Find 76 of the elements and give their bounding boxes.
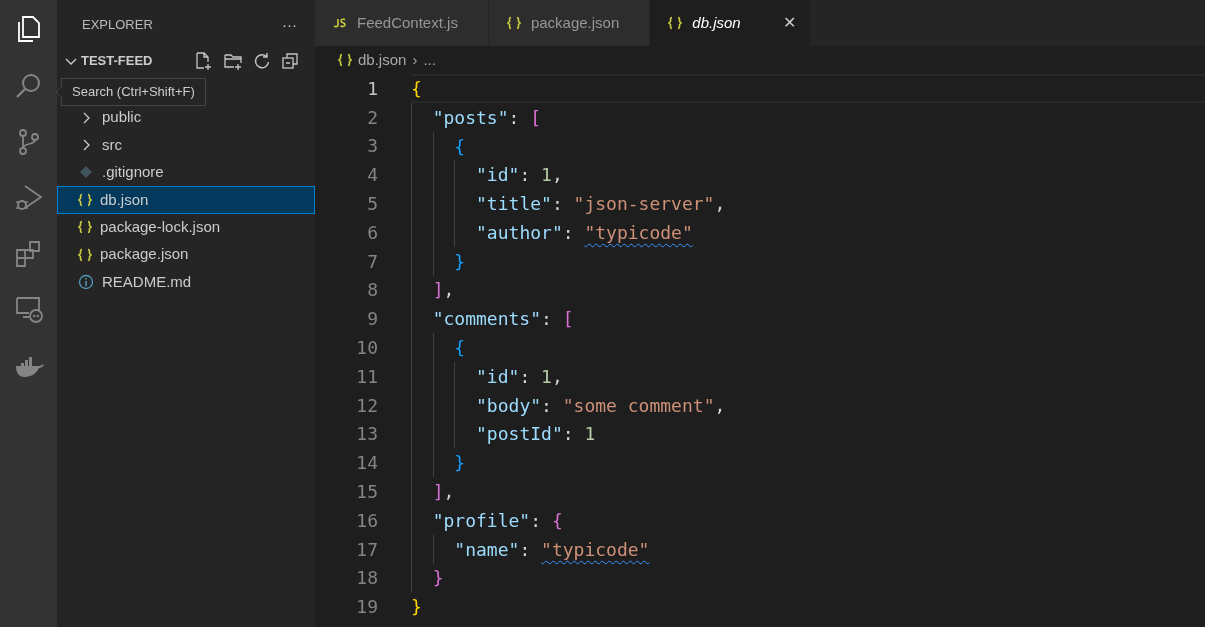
curly-braces-icon [78, 192, 92, 207]
file-name[interactable]: db.json [100, 188, 149, 212]
code-line: { [411, 76, 422, 101]
code-line: } [411, 595, 422, 620]
line-number: 1 [366, 76, 378, 101]
code-line: "id": 1, [476, 364, 563, 389]
sidebar-title: EXPLORER [82, 16, 153, 35]
file-name[interactable]: .gitignore [102, 161, 164, 184]
tree-row[interactable]: package-lock.json [57, 213, 315, 241]
js-file-icon [333, 18, 347, 28]
line-number: 3 [366, 134, 378, 159]
code-line: "postId": 1 [476, 422, 596, 447]
tree-row[interactable]: public [57, 104, 315, 132]
close-tab-button[interactable]: ✕ [778, 11, 800, 35]
tree-row[interactable]: README.md [57, 268, 315, 296]
line-number: 13 [355, 422, 378, 447]
line-number: 4 [366, 163, 378, 188]
code-line: "profile": { [432, 508, 563, 533]
line-number: 9 [366, 307, 378, 332]
file-name[interactable]: package-lock.json [100, 216, 221, 239]
file-name[interactable]: package.json [100, 243, 189, 266]
line-number: 11 [355, 364, 378, 389]
curly-braces-icon [668, 16, 683, 30]
code-line: } [454, 451, 466, 476]
code-line: "name": "typicode" [454, 537, 650, 562]
breadcrumb-item[interactable]: ... [423, 48, 436, 72]
code-line: "posts": [ [432, 105, 542, 130]
editor-tab[interactable]: FeedContext.js [315, 0, 489, 46]
new-file-icon[interactable] [193, 51, 213, 71]
editor-tab[interactable]: package.json [488, 0, 651, 46]
refresh-icon[interactable] [253, 52, 271, 70]
curly-braces-icon [506, 16, 521, 30]
info-icon [78, 274, 94, 291]
diamond-icon [78, 164, 94, 181]
tree-row[interactable]: package.json [57, 240, 315, 269]
folder-title[interactable]: TEST-FEED [81, 51, 153, 71]
line-number: 14 [355, 451, 378, 476]
curly-braces-icon [78, 247, 92, 262]
code-line: } [432, 566, 444, 591]
more-actions-button[interactable]: ··· [282, 13, 297, 37]
code-line: "comments": [ [432, 307, 574, 332]
tree-row[interactable]: src [57, 131, 315, 159]
tree-row[interactable]: db.json [57, 186, 315, 214]
code-line: { [454, 336, 466, 361]
line-number: 10 [355, 336, 378, 361]
line-number: 7 [366, 249, 378, 274]
line-number: 5 [366, 192, 378, 217]
editor-tab[interactable]: db.json ✕ [650, 0, 810, 46]
file-name[interactable]: src [102, 133, 122, 157]
code-line: } [454, 249, 466, 274]
tooltip: Search (Ctrl+Shift+F) [61, 78, 206, 106]
file-name[interactable]: public [102, 106, 142, 129]
code-line: ], [432, 480, 455, 505]
line-number: 15 [355, 480, 378, 505]
code-line: "body": "some comment", [476, 393, 726, 418]
code-line: "author": "typicode" [476, 220, 693, 245]
breadcrumb-separator: › [412, 49, 418, 70]
line-number: 2 [366, 105, 378, 130]
line-number: 18 [355, 566, 378, 591]
code-line: "title": "json-server", [476, 192, 726, 217]
code-line: "id": 1, [476, 163, 563, 188]
line-number: 16 [355, 508, 378, 533]
line-number: 19 [355, 595, 378, 620]
line-number: 17 [355, 537, 378, 562]
line-number: 6 [366, 220, 378, 245]
line-number: 12 [355, 393, 378, 418]
breadcrumb-item[interactable]: db.json [358, 48, 407, 72]
curly-braces-icon [338, 53, 352, 67]
code-line: ], [432, 278, 455, 303]
line-number: 8 [366, 278, 378, 303]
file-name[interactable]: README.md [102, 270, 192, 294]
code-line: { [454, 134, 466, 159]
tree-row[interactable]: .gitignore [57, 158, 315, 187]
curly-braces-icon [78, 220, 92, 235]
collapse-all-icon[interactable] [281, 52, 299, 70]
new-folder-icon[interactable] [223, 51, 243, 71]
